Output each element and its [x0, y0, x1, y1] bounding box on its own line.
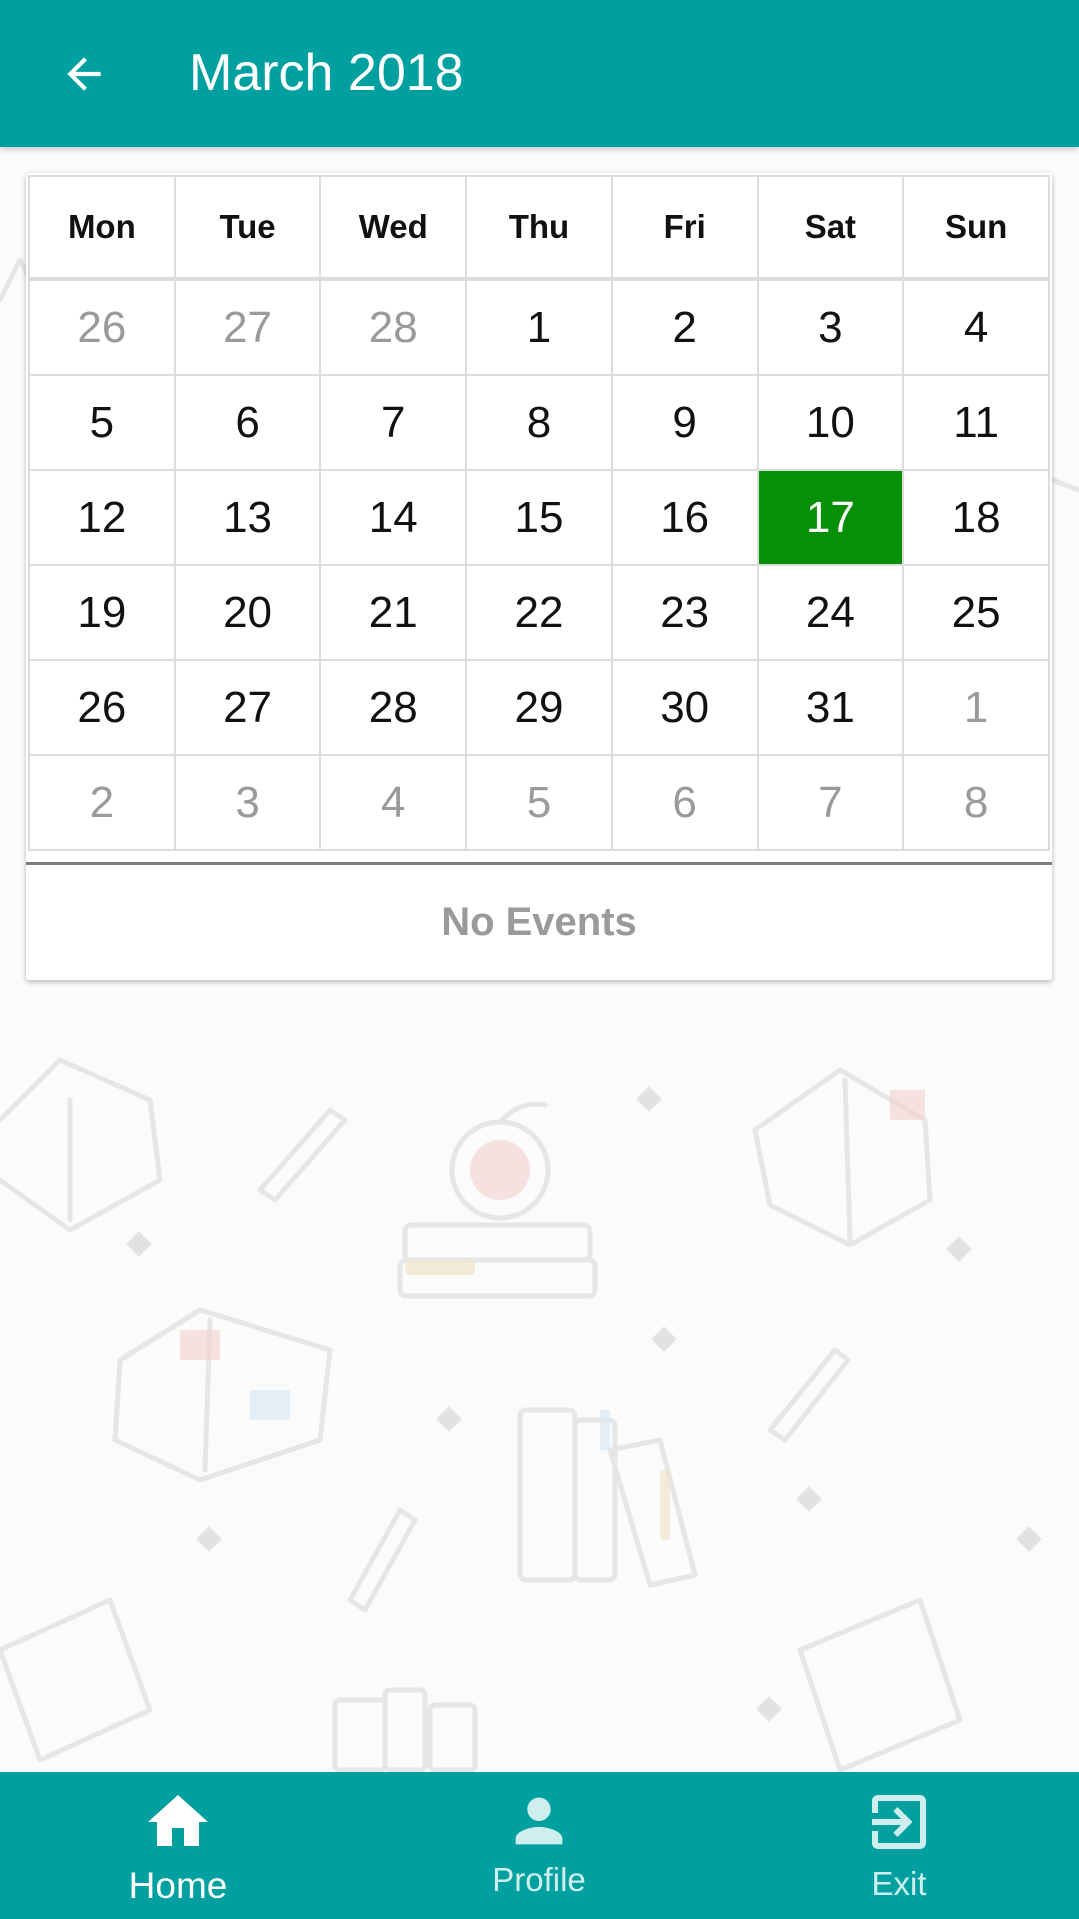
- week-row: 26 27 28 29 30 31 1: [28, 659, 1050, 756]
- day-cell[interactable]: 12: [28, 469, 176, 566]
- day-cell[interactable]: 29: [465, 659, 613, 756]
- day-cell[interactable]: 25: [902, 564, 1050, 661]
- day-cell[interactable]: 30: [610, 659, 759, 756]
- app-bar: March 2018: [0, 0, 1079, 147]
- week-row: 5 6 7 8 9 10 11: [28, 374, 1050, 471]
- day-cell[interactable]: 7: [319, 374, 468, 471]
- day-cell[interactable]: 13: [173, 469, 322, 566]
- day-cell[interactable]: 18: [902, 469, 1050, 566]
- nav-exit-label: Exit: [871, 1865, 927, 1902]
- week-row: 19 20 21 22 23 24 25: [28, 564, 1050, 661]
- day-cell-outside-month[interactable]: 3: [173, 754, 322, 851]
- day-cell[interactable]: 19: [28, 564, 176, 661]
- day-cell[interactable]: 2: [610, 278, 759, 376]
- weekday-label: Sat: [756, 175, 905, 280]
- weekday-label: Thu: [465, 175, 613, 280]
- calendar-grid: Mon Tue Wed Thu Fri Sat Sun 26 27 28 1 2…: [28, 175, 1050, 851]
- nav-profile-label: Profile: [492, 1861, 586, 1898]
- day-cell-outside-month[interactable]: 28: [319, 278, 468, 376]
- nav-home-label: Home: [128, 1865, 228, 1906]
- day-cell[interactable]: 8: [465, 374, 613, 471]
- day-cell-outside-month[interactable]: 27: [173, 278, 322, 376]
- day-cell-outside-month[interactable]: 5: [465, 754, 613, 851]
- back-button[interactable]: [40, 30, 128, 118]
- home-icon: [148, 1795, 208, 1846]
- day-cell[interactable]: 27: [173, 659, 322, 756]
- day-cell-outside-month[interactable]: 4: [319, 754, 468, 851]
- day-cell-outside-month[interactable]: 8: [902, 754, 1050, 851]
- week-row: 2 3 4 5 6 7 8: [28, 754, 1050, 851]
- day-cell[interactable]: 3: [756, 278, 905, 376]
- calendar-card: Mon Tue Wed Thu Fri Sat Sun 26 27 28 1 2…: [26, 173, 1052, 980]
- weekday-label: Wed: [319, 175, 468, 280]
- day-cell[interactable]: 20: [173, 564, 322, 661]
- week-row: 12 13 14 15 16 17 18: [28, 469, 1050, 566]
- day-cell-outside-month[interactable]: 26: [28, 278, 176, 376]
- weekday-label: Tue: [173, 175, 322, 280]
- day-cell[interactable]: 26: [28, 659, 176, 756]
- arrow-left-icon: [67, 57, 101, 91]
- nav-profile-button[interactable]: Profile: [409, 1772, 669, 1919]
- day-cell[interactable]: 22: [465, 564, 613, 661]
- exit-icon: [872, 1795, 926, 1849]
- day-cell-outside-month[interactable]: 2: [28, 754, 176, 851]
- day-cell[interactable]: 6: [173, 374, 322, 471]
- day-cell[interactable]: 21: [319, 564, 468, 661]
- weekday-header-row: Mon Tue Wed Thu Fri Sat Sun: [28, 175, 1050, 280]
- page-title: March 2018: [189, 44, 464, 102]
- weekday-label: Sun: [902, 175, 1050, 280]
- day-cell[interactable]: 10: [756, 374, 905, 471]
- profile-icon: [515, 1797, 563, 1845]
- day-cell[interactable]: 4: [902, 278, 1050, 376]
- day-cell[interactable]: 5: [28, 374, 176, 471]
- day-cell[interactable]: 1: [465, 278, 613, 376]
- day-cell[interactable]: 16: [610, 469, 759, 566]
- day-cell[interactable]: 9: [610, 374, 759, 471]
- day-cell-outside-month[interactable]: 6: [610, 754, 759, 851]
- day-cell[interactable]: 11: [902, 374, 1050, 471]
- day-cell[interactable]: 15: [465, 469, 613, 566]
- day-cell-outside-month[interactable]: 1: [902, 659, 1050, 756]
- nav-exit-button[interactable]: Exit: [769, 1772, 1029, 1919]
- day-cell[interactable]: 14: [319, 469, 468, 566]
- day-cell[interactable]: 24: [756, 564, 905, 661]
- week-row: 26 27 28 1 2 3 4: [28, 278, 1050, 376]
- bottom-navigation: Home Profile Exit: [0, 1772, 1079, 1919]
- day-cell-outside-month[interactable]: 7: [756, 754, 905, 851]
- day-cell[interactable]: 31: [756, 659, 905, 756]
- day-cell[interactable]: 23: [610, 564, 759, 661]
- weekday-label: Fri: [610, 175, 759, 280]
- nav-home-button[interactable]: Home: [48, 1772, 308, 1919]
- day-cell-selected[interactable]: 17: [756, 469, 905, 566]
- day-cell[interactable]: 28: [319, 659, 468, 756]
- weekday-label: Mon: [28, 175, 176, 280]
- no-events-message: No Events: [441, 900, 637, 944]
